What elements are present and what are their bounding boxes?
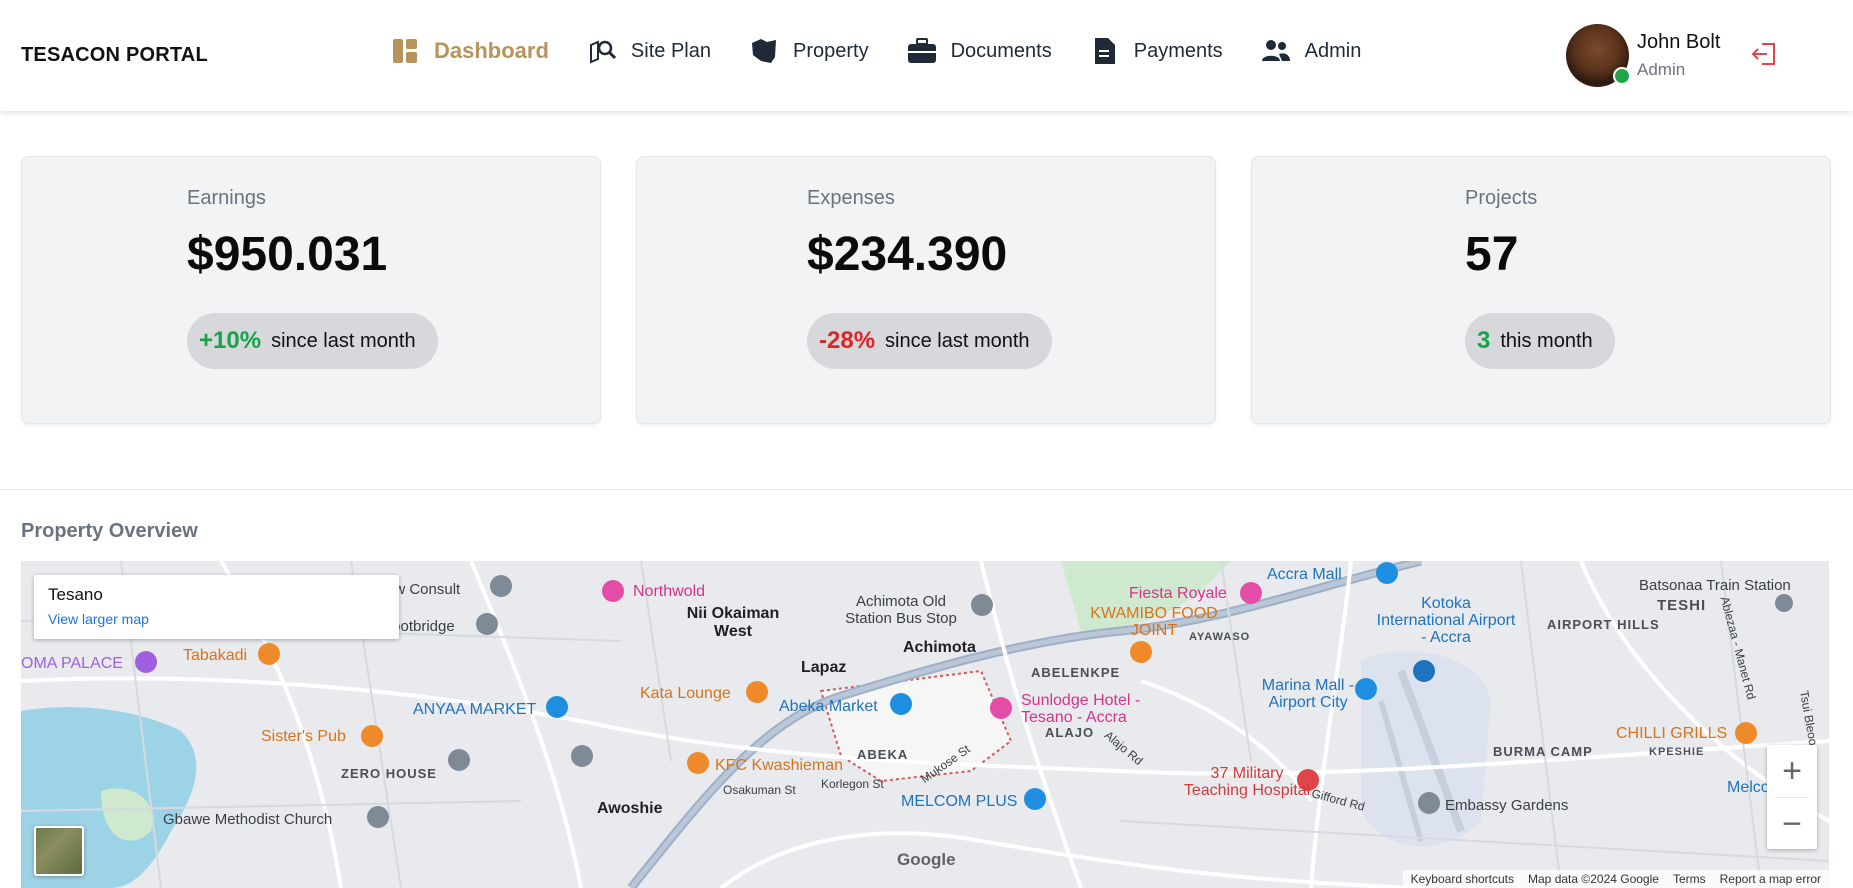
earnings-card: Earnings $950.031 +10% since last month — [21, 156, 601, 424]
map-label: KPESHIE — [1649, 746, 1705, 758]
map-label: Kata Lounge — [640, 685, 731, 702]
map-label: Achimota — [903, 639, 976, 656]
main-nav: Dashboard Site Plan Property Documents P… — [390, 36, 1399, 66]
section-title: Property Overview — [21, 520, 198, 542]
map-label: Osakuman St — [723, 783, 796, 797]
map-label: Kotoka International Airport - Accra — [1376, 595, 1516, 646]
card-label: Expenses — [807, 187, 895, 209]
google-logo: Google — [897, 850, 956, 869]
logout-icon[interactable] — [1750, 40, 1778, 68]
satellite-toggle-button[interactable] — [34, 826, 84, 876]
map-label: ANYAA MARKET — [413, 701, 537, 718]
change-badge: +10% since last month — [187, 313, 438, 369]
map-label: ALAJO — [1045, 725, 1095, 740]
map-label: OMA PALACE — [21, 655, 123, 672]
map-attribution: Keyboard shortcuts Map data ©2024 Google… — [1402, 870, 1829, 888]
expenses-card: Expenses $234.390 -28% since last month — [636, 156, 1216, 424]
change-note: since last month — [271, 329, 416, 352]
map-label: Fiesta Royale — [1129, 585, 1227, 602]
user-profile[interactable]: John Bolt Admin — [1566, 24, 1720, 87]
map-label: Nii Okaiman West — [686, 605, 780, 640]
map-label: KFC Kwashieman — [715, 757, 844, 774]
map-label: Gbawe Methodist Church — [163, 811, 333, 828]
users-icon — [1261, 36, 1291, 66]
map-label: Abeka Market — [779, 698, 878, 715]
nav-documents-label: Documents — [950, 39, 1052, 62]
map-label: Tabakadi — [183, 647, 248, 664]
user-role: Admin — [1637, 60, 1686, 79]
map-label: Achimota Old Station Bus Stop — [845, 593, 957, 627]
map-label: Embassy Gardens — [1445, 797, 1569, 814]
change-note: since last month — [885, 329, 1030, 352]
map-label: AIRPORT HILLS — [1547, 617, 1660, 632]
map-label: ABEKA — [857, 747, 909, 762]
map-label: MELCOM PLUS — [901, 793, 1018, 810]
map-label: ABELENKPE — [1031, 665, 1121, 680]
card-value: 57 — [1465, 228, 1519, 281]
card-value: $950.031 — [187, 228, 388, 281]
map-label: ZERO HOUSE — [341, 766, 437, 781]
map-place-name: Tesano — [48, 585, 103, 604]
top-navbar: TESACON PORTAL Dashboard Site Plan Prope… — [0, 0, 1853, 111]
terms-link[interactable]: Terms — [1673, 872, 1706, 886]
map-region-icon — [749, 36, 779, 66]
nav-payments[interactable]: Payments — [1090, 36, 1223, 66]
embedded-map[interactable]: Northwold Achimota Old Station Bus Stop … — [21, 561, 1829, 888]
map-label: Lapaz — [801, 659, 847, 676]
nav-site-plan-label: Site Plan — [630, 39, 711, 62]
nav-property[interactable]: Property — [749, 36, 869, 66]
briefcase-icon — [907, 36, 937, 66]
map-label: AYAWASO — [1189, 631, 1251, 643]
document-icon — [1090, 36, 1120, 66]
map-label: Accra Mall — [1267, 566, 1342, 583]
map-label: Melco — [1727, 779, 1770, 796]
map-label: Northwold — [633, 583, 706, 600]
map-label: Sunlodge Hotel - Tesano - Accra — [1021, 692, 1141, 726]
map-data-credit: Map data ©2024 Google — [1528, 872, 1659, 886]
nav-property-label: Property — [792, 39, 869, 62]
property-overview-section: Property Overview Northwold Achimota Old… — [0, 489, 1853, 888]
map-label: 37 Military Teaching Hospital — [1183, 765, 1311, 799]
card-label: Projects — [1465, 187, 1538, 209]
nav-site-plan[interactable]: Site Plan — [587, 36, 711, 66]
change-percent: +10% — [199, 327, 262, 354]
nav-admin-label: Admin — [1304, 39, 1362, 62]
nav-dashboard-label: Dashboard — [434, 38, 549, 63]
map-label: BURMA CAMP — [1493, 744, 1593, 759]
map-label: Marina Mall - Airport City — [1261, 677, 1355, 711]
change-badge: 3 this month — [1465, 313, 1615, 369]
zoom-out-button[interactable]: − — [1767, 798, 1817, 850]
card-label: Earnings — [187, 187, 266, 209]
map-search-icon — [587, 36, 617, 66]
map-info-box: Tesano View larger map — [34, 575, 399, 639]
brand-title[interactable]: TESACON PORTAL — [21, 44, 208, 67]
online-status-dot — [1613, 67, 1631, 85]
nav-admin[interactable]: Admin — [1261, 36, 1362, 66]
map-label: Korlegon St — [821, 777, 884, 791]
nav-documents[interactable]: Documents — [907, 36, 1052, 66]
projects-card: Projects 57 3 this month — [1251, 156, 1831, 424]
card-value: $234.390 — [807, 228, 1008, 281]
map-label: CHILLI GRILLS — [1616, 725, 1728, 742]
report-map-error-link[interactable]: Report a map error — [1720, 872, 1821, 886]
nav-dashboard[interactable]: Dashboard — [390, 36, 549, 66]
map-label: Sister's Pub — [261, 728, 346, 745]
change-count: 3 — [1477, 327, 1491, 354]
map-label: Batsonaa Train Station — [1639, 577, 1791, 594]
nav-payments-label: Payments — [1133, 39, 1223, 62]
dashboard-icon — [390, 36, 420, 66]
avatar[interactable] — [1566, 24, 1631, 87]
change-percent: -28% — [819, 327, 876, 354]
zoom-controls: + − — [1767, 745, 1817, 849]
view-larger-map-link[interactable]: View larger map — [48, 611, 385, 627]
user-name: John Bolt — [1637, 31, 1721, 53]
change-badge: -28% since last month — [807, 313, 1052, 369]
zoom-in-button[interactable]: + — [1767, 745, 1817, 797]
change-note: this month — [1500, 329, 1593, 352]
keyboard-shortcuts-link[interactable]: Keyboard shortcuts — [1411, 872, 1514, 886]
map-label: TESHI — [1657, 597, 1707, 614]
map-label: Awoshie — [597, 800, 663, 817]
